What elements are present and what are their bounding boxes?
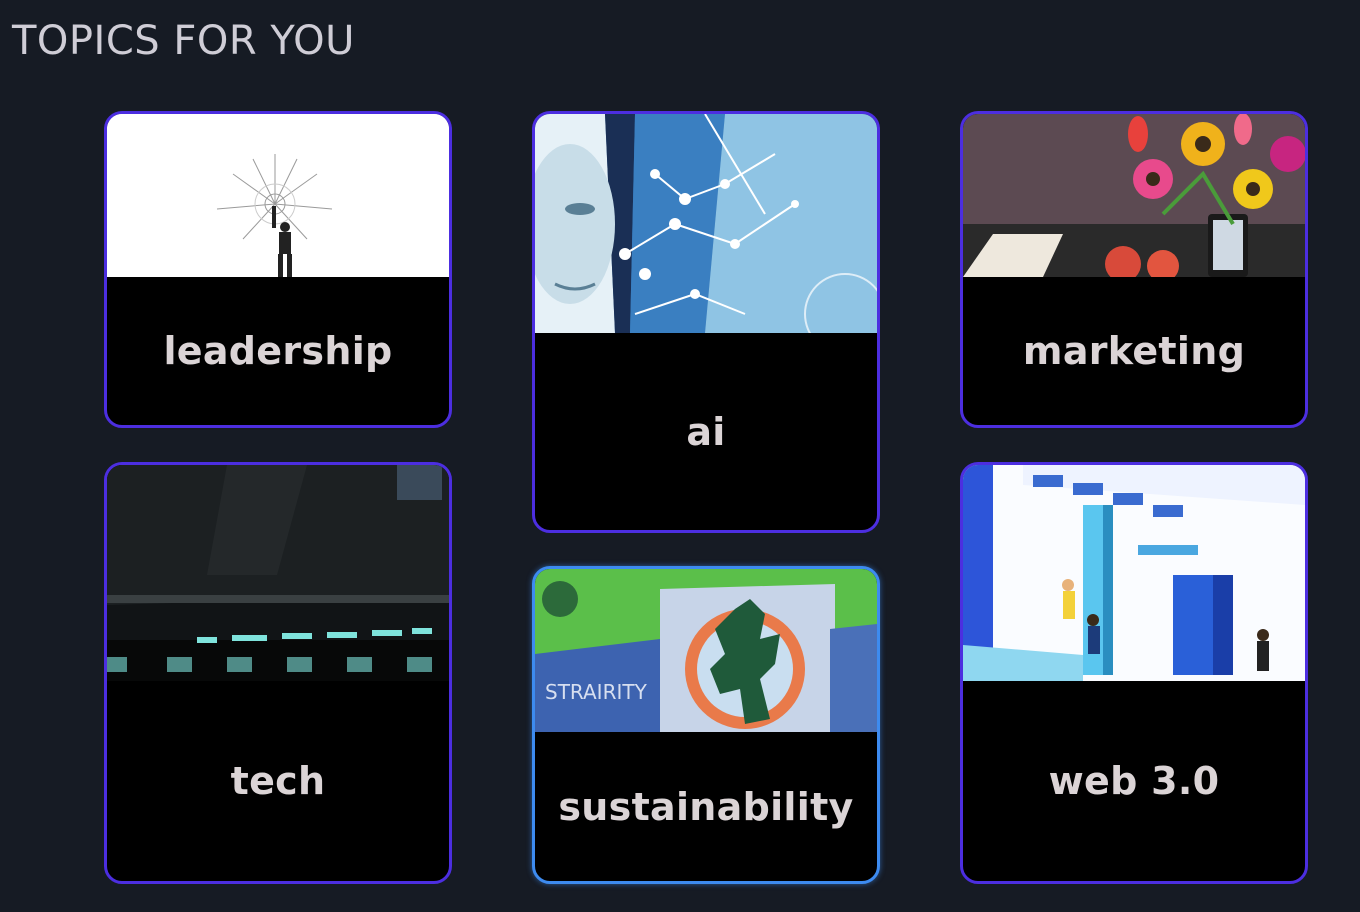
topic-card-marketing[interactable]: marketing	[960, 111, 1308, 428]
topic-label: ai	[686, 409, 726, 454]
topic-card-ai[interactable]: ai	[532, 111, 880, 533]
topics-page: TOPICS FOR YOU leadership ai marketing t…	[0, 0, 1360, 912]
ai-label-area: ai	[535, 333, 877, 530]
topic-card-sustainability[interactable]: STRAIRITY sustainability	[532, 566, 880, 884]
web3-image	[963, 465, 1305, 681]
tech-image	[107, 465, 449, 681]
ai-image	[535, 114, 877, 333]
tech-label-area: tech	[107, 681, 449, 881]
leadership-label-area: leadership	[107, 277, 449, 425]
topic-label: leadership	[163, 329, 393, 373]
sustainability-image: STRAIRITY	[535, 569, 877, 732]
topic-card-leadership[interactable]: leadership	[104, 111, 452, 428]
sustainability-label-area: sustainability	[535, 732, 877, 881]
marketing-label-area: marketing	[963, 277, 1305, 425]
topic-label: marketing	[1022, 329, 1246, 373]
topic-card-web3[interactable]: web 3.0	[960, 462, 1308, 884]
page-title: TOPICS FOR YOU	[12, 18, 355, 64]
svg-text:STRAIRITY: STRAIRITY	[545, 680, 648, 704]
topic-label: tech	[230, 759, 326, 803]
leadership-image	[107, 114, 449, 277]
topic-label: sustainability	[558, 784, 854, 829]
topic-label: web 3.0	[1048, 759, 1220, 803]
topic-card-tech[interactable]: tech	[104, 462, 452, 884]
marketing-image	[963, 114, 1305, 277]
web3-label-area: web 3.0	[963, 681, 1305, 881]
